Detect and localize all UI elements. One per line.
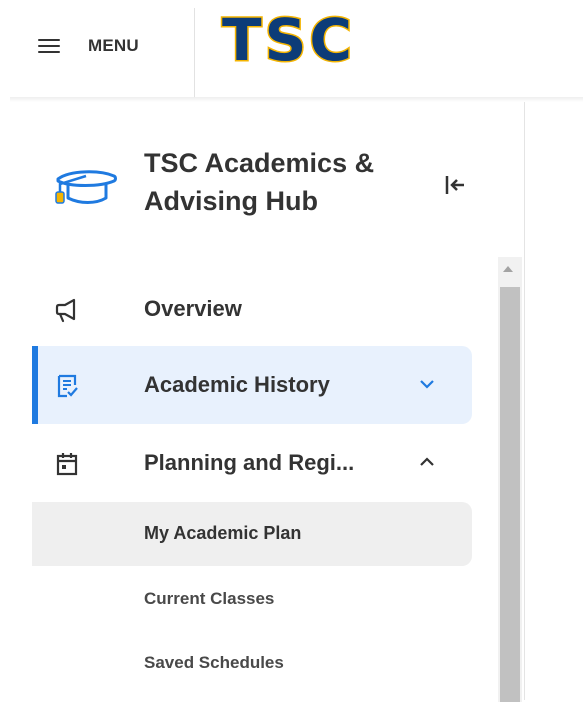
hamburger-icon [38, 39, 60, 53]
scrollbar-thumb[interactable] [500, 287, 520, 702]
sidebar-subitem-label: My Academic Plan [144, 523, 302, 543]
sidebar-scrollbar[interactable] [498, 257, 522, 702]
sidebar-subitem-saved-schedules[interactable]: Saved Schedules [32, 632, 472, 696]
megaphone-icon [55, 298, 76, 323]
sidebar-subitem-label: Current Classes [144, 589, 275, 608]
hub-title: TSC Academics & Advising Hub [144, 148, 375, 216]
sidebar-item-academic-history[interactable]: Academic History [32, 346, 472, 424]
sidebar-subitem-current-classes[interactable]: Current Classes [32, 568, 472, 632]
chevron-down-icon[interactable] [417, 376, 437, 392]
sidebar-item-planning-registration[interactable]: Planning and Regi... [32, 424, 472, 502]
collapse-left-icon [445, 176, 464, 194]
collapse-sidebar-button[interactable] [440, 172, 470, 198]
sidebar-subitem-label: Saved Schedules [144, 653, 284, 672]
calendar-icon [56, 453, 78, 476]
sidebar: TSC Academics & Advising Hub Overview Ac… [0, 102, 525, 702]
sidebar-subitem-my-academic-plan[interactable]: My Academic Plan [32, 502, 472, 566]
tsc-logo[interactable]: TSC [221, 10, 355, 71]
sidebar-item-label: Overview [144, 296, 242, 321]
top-bar: MENU TSC [0, 0, 583, 100]
sidebar-item-label: Academic History [144, 372, 330, 397]
scroll-up-arrow-icon[interactable] [503, 266, 513, 272]
graduation-cap-icon [55, 170, 117, 204]
sidebar-item-label: Planning and Regi... [144, 450, 355, 475]
transcript-icon [57, 374, 78, 398]
menu-button[interactable]: MENU [28, 24, 168, 68]
chevron-up-icon[interactable] [417, 454, 437, 470]
sidebar-item-overview[interactable]: Overview [32, 270, 472, 348]
menu-label: MENU [88, 36, 139, 55]
header-divider [194, 8, 195, 98]
